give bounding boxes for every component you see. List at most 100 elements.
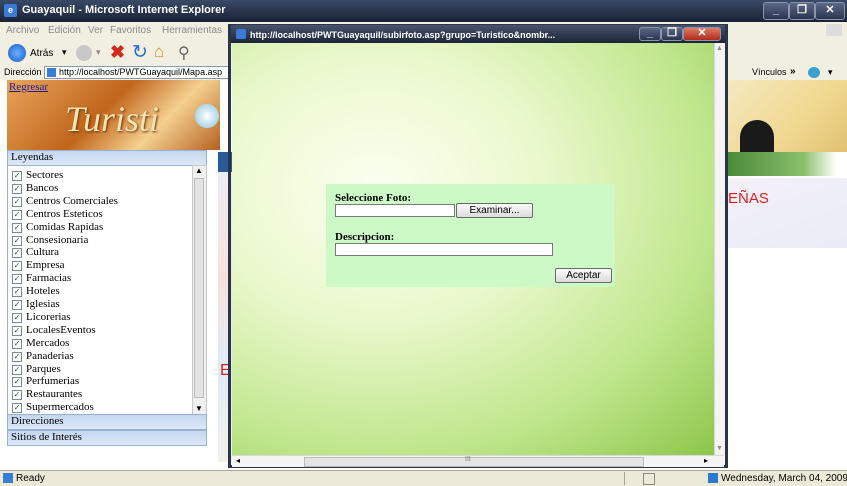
maximize-icon[interactable]: ❐: [789, 2, 815, 20]
close-icon[interactable]: ✕: [815, 2, 845, 20]
scroll-thumb[interactable]: [194, 178, 204, 398]
legend-label: Cultura: [26, 246, 59, 259]
legend-checkbox[interactable]: ✓: [12, 248, 22, 259]
popup-ie-icon: [236, 29, 246, 39]
descripcion-label: Descripcion:: [335, 231, 395, 243]
legend-item[interactable]: ✓ Bancos: [12, 182, 58, 194]
extension-dropdown-icon[interactable]: ▾: [828, 67, 833, 78]
address-field[interactable]: http://localhost/PWTGuayaquil/Mapa.asp: [44, 66, 230, 79]
legend-item[interactable]: ✓ Farmacias: [12, 272, 72, 285]
legend-item[interactable]: ✓ Cultura: [12, 246, 59, 259]
legend-checkbox[interactable]: ✓: [12, 312, 22, 323]
window-title: Guayaquil - Microsoft Internet Explorer: [22, 4, 226, 16]
legend-checkbox[interactable]: ✓: [12, 209, 22, 220]
legend-checkbox[interactable]: ✓: [12, 196, 22, 207]
regresar-link[interactable]: Regresar: [9, 81, 48, 93]
back-arrow-icon[interactable]: [8, 44, 26, 62]
popup-close-icon[interactable]: ✕: [683, 27, 721, 41]
legend-label: Sectores: [26, 169, 64, 181]
legend-label: Centros Esteticos: [26, 207, 103, 220]
sitios-section[interactable]: Sitios de Interés: [7, 430, 207, 446]
forward-dropdown-icon[interactable]: ▾: [96, 47, 101, 58]
legend-item[interactable]: ✓ Comidas Rapidas: [12, 221, 103, 233]
legend-checkbox[interactable]: ✓: [12, 287, 22, 298]
home-icon[interactable]: ⌂: [154, 42, 164, 62]
popup-vertical-scrollbar[interactable]: ▲ ▼: [714, 43, 725, 455]
popup-maximize-icon[interactable]: ❐: [661, 27, 683, 41]
leyendas-header[interactable]: Leyendas: [7, 150, 207, 166]
popup-scroll-up-icon[interactable]: ▲: [716, 45, 723, 52]
legend-checkbox[interactable]: ✓: [12, 364, 22, 375]
menu-favoritos[interactable]: Favoritos: [110, 25, 151, 36]
back-label[interactable]: Atrás: [30, 48, 53, 59]
popup-scroll-left-icon[interactable]: ◂: [236, 456, 240, 465]
taskbar-monitor-icon: [708, 473, 718, 483]
legend-item[interactable]: ✓ Centros Comerciales: [12, 195, 118, 207]
legend-checkbox[interactable]: ✓: [12, 274, 22, 285]
legend-checkbox[interactable]: ✓: [12, 325, 22, 336]
legend-item[interactable]: ✓ Supermercados: [12, 401, 94, 414]
legend-item[interactable]: ✓ LocalesEventos: [12, 324, 96, 336]
legend-checkbox[interactable]: ✓: [12, 171, 22, 181]
legend-label: Bancos: [26, 181, 59, 194]
legend-checkbox[interactable]: ✓: [12, 338, 22, 349]
menu-archivo[interactable]: Archivo: [6, 25, 39, 36]
legend-label: Iglesias: [26, 298, 60, 310]
forward-arrow-icon[interactable]: [76, 45, 92, 61]
legend-label: Licorerias: [26, 310, 71, 323]
stop-icon[interactable]: ✖: [110, 42, 125, 63]
legend-label: LocalesEventos: [26, 323, 96, 336]
address-url: http://localhost/PWTGuayaquil/Mapa.asp: [59, 67, 223, 77]
popup-minimize-icon[interactable]: _: [639, 27, 661, 41]
popup-title-bar: http://localhost/PWTGuayaquil/subirfoto.…: [231, 25, 725, 43]
leyendas-scrollbar[interactable]: ▲ ▼: [192, 165, 207, 416]
seleccione-label: Seleccione Foto:: [335, 192, 412, 204]
popup-scroll-right-icon[interactable]: ▸: [704, 456, 708, 465]
legend-item[interactable]: ✓ Empresa: [12, 259, 64, 272]
legend-item[interactable]: ✓ Panaderias: [12, 350, 74, 362]
legend-item[interactable]: ✓ Centros Esteticos: [12, 208, 103, 220]
links-label[interactable]: Vínculos: [752, 67, 787, 77]
popup-horizontal-scrollbar[interactable]: ◂ III ▸: [232, 455, 724, 467]
legend-item[interactable]: ✓ Hoteles: [12, 285, 60, 298]
legend-item[interactable]: ✓ Consesionaria: [12, 234, 88, 246]
legend-label: Farmacias: [26, 272, 72, 285]
file-path-input[interactable]: [335, 204, 455, 217]
popup-scroll-down-icon[interactable]: ▼: [716, 445, 723, 452]
extension-icon[interactable]: [808, 67, 820, 78]
menu-edicion[interactable]: Edición: [48, 25, 81, 36]
legend-checkbox[interactable]: ✓: [12, 377, 22, 388]
legend-checkbox[interactable]: ✓: [12, 235, 22, 246]
legend-item[interactable]: ✓ Iglesias: [12, 298, 60, 310]
examinar-button[interactable]: Examinar...: [456, 203, 533, 218]
legend-checkbox[interactable]: ✓: [12, 183, 22, 194]
legend-checkbox[interactable]: ✓: [12, 222, 22, 233]
legend-checkbox[interactable]: ✓: [12, 403, 22, 414]
aceptar-button[interactable]: Aceptar: [555, 268, 612, 283]
legend-checkbox[interactable]: ✓: [12, 261, 22, 272]
zone-icon: [643, 473, 655, 485]
back-dropdown-icon[interactable]: ▾: [62, 47, 67, 58]
scroll-up-icon[interactable]: ▲: [195, 166, 203, 175]
popup-hscroll-thumb[interactable]: III: [304, 456, 644, 467]
legend-checkbox[interactable]: ✓: [12, 390, 22, 401]
legend-checkbox[interactable]: ✓: [12, 300, 22, 310]
legend-checkbox[interactable]: ✓: [12, 351, 22, 362]
menu-herramientas[interactable]: Herramientas: [162, 25, 222, 36]
refresh-icon[interactable]: ↻: [132, 41, 148, 64]
scroll-down-icon[interactable]: ▼: [195, 404, 203, 413]
chevron-right-icon[interactable]: »: [790, 66, 796, 77]
descripcion-input[interactable]: [335, 243, 553, 256]
minimize-icon[interactable]: _: [763, 2, 789, 20]
legend-item[interactable]: ✓ Licorerias: [12, 311, 71, 323]
legend-item[interactable]: ✓ Parques: [12, 363, 61, 375]
direcciones-section[interactable]: Direcciones: [7, 414, 207, 430]
legend-item[interactable]: ✓ Sectores: [12, 169, 63, 181]
legend-item[interactable]: ✓ Restaurantes: [12, 388, 82, 401]
search-icon[interactable]: ⚲: [178, 43, 190, 63]
menu-ver[interactable]: Ver: [88, 25, 103, 36]
map-label-right: EÑAS: [728, 190, 769, 207]
banner-text: Turisti: [65, 99, 160, 139]
legend-item[interactable]: ✓ Perfumerias: [12, 375, 79, 388]
legend-item[interactable]: ✓ Mercados: [12, 337, 69, 349]
